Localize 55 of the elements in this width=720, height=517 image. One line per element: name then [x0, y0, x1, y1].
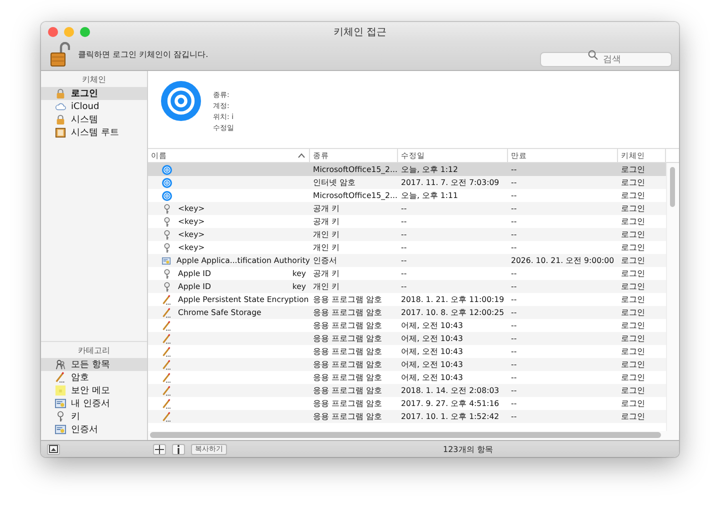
pencil-icon: [162, 320, 172, 330]
pencil-icon: [162, 386, 172, 396]
keychain-item[interactable]: 시스템 루트: [41, 126, 147, 139]
window-title: 키체인 접근: [333, 26, 387, 39]
key-icon: [162, 230, 172, 240]
add-button[interactable]: [153, 444, 166, 454]
scrollbar-thumb[interactable]: [150, 432, 661, 438]
search-field[interactable]: 검색: [540, 52, 672, 67]
category-item[interactable]: 암호: [41, 371, 147, 384]
certificate-icon: [55, 424, 66, 435]
people-icon: [55, 359, 66, 370]
key-icon: [55, 411, 66, 422]
close-button[interactable]: [48, 27, 58, 37]
padlock-icon: [55, 88, 66, 99]
pencil-icon: [55, 372, 66, 383]
keychain-item[interactable]: 로그인: [41, 87, 147, 100]
lock-message: 클릭하면 로그인 키체인이 잠깁니다.: [78, 48, 210, 60]
minimize-button[interactable]: [64, 27, 74, 37]
note-icon: [55, 385, 66, 396]
picture-frame-icon: [49, 445, 58, 453]
pencil-icon: [162, 360, 172, 370]
category-item[interactable]: 키: [41, 410, 147, 423]
search-icon: [588, 50, 598, 60]
pencil-icon: [162, 334, 172, 344]
category-item[interactable]: 보안 메모: [41, 384, 147, 397]
pencil-icon: [162, 294, 172, 304]
plus-icon: [155, 444, 164, 454]
key-icon: [162, 242, 172, 252]
category-item[interactable]: 모든 항목: [41, 358, 147, 371]
key-icon: [162, 282, 172, 292]
key-icon: [162, 268, 172, 278]
key-icon: [162, 204, 172, 214]
info-icon: [176, 444, 181, 454]
cabinet-icon: [55, 127, 66, 138]
pencil-icon: [162, 346, 172, 356]
info-button[interactable]: [172, 444, 185, 454]
sidebar-toggle-button[interactable]: [47, 444, 60, 454]
key-icon: [162, 216, 172, 226]
cloud-icon: [55, 101, 66, 112]
category-item[interactable]: 인증서: [41, 423, 147, 436]
padlock-icon[interactable]: [50, 41, 70, 67]
section-heading: 키체인: [81, 74, 107, 86]
pencil-icon: [162, 308, 172, 318]
keychain-item[interactable]: 시스템: [41, 113, 147, 126]
pencil-icon: [162, 412, 172, 422]
certificate-icon: [55, 398, 66, 409]
pencil-icon: [162, 372, 172, 382]
scrollbar-thumb[interactable]: [670, 167, 675, 207]
pencil-icon: [162, 398, 172, 408]
certificate-icon: [162, 256, 171, 266]
padlock-icon: [55, 114, 66, 125]
item-count: 123개의 항목: [443, 444, 493, 454]
keychain-item[interactable]: iCloud: [41, 100, 147, 113]
category-item[interactable]: 내 인증서: [41, 397, 147, 410]
zoom-button[interactable]: [80, 27, 90, 37]
